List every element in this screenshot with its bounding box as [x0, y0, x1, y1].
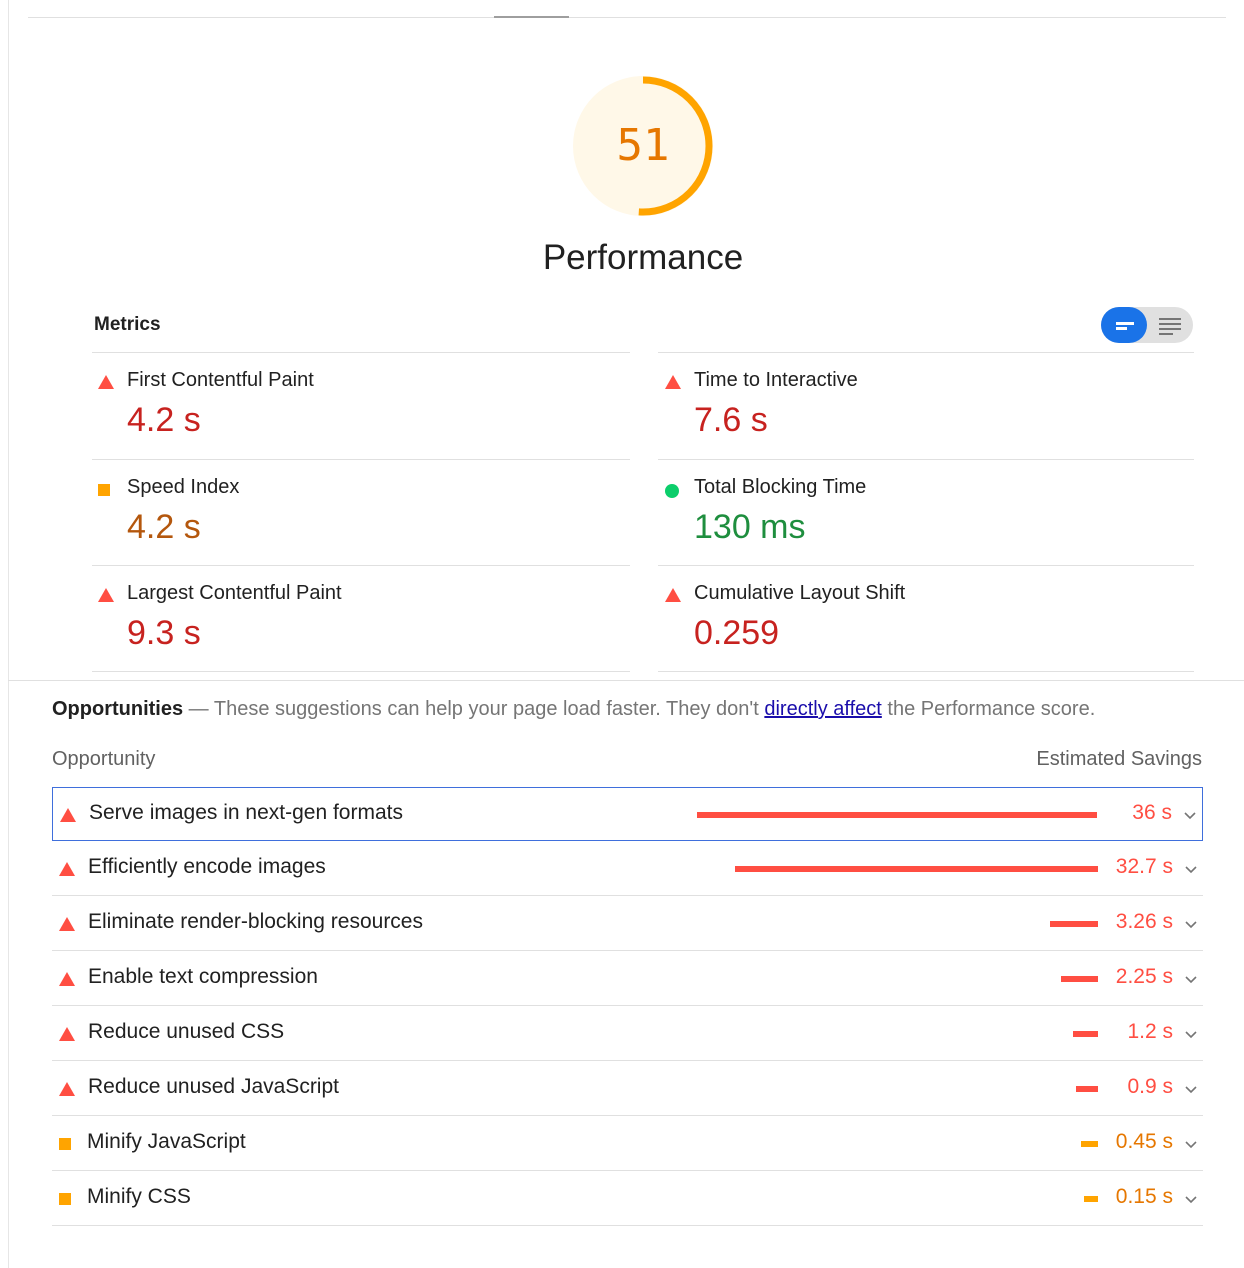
estimated-savings: 32.7 s: [1115, 855, 1173, 878]
metric-card: Total Blocking Time 130 ms: [659, 470, 1179, 570]
metric-card: Cumulative Layout Shift 0.259: [659, 576, 1179, 676]
savings-bar: [697, 812, 1097, 818]
metric-value: 130 ms: [694, 508, 806, 546]
metric-value: 4.2 s: [127, 508, 201, 546]
opportunity-row[interactable]: Minify CSS 0.15 s: [52, 1172, 1203, 1226]
opportunity-label: Minify CSS: [87, 1185, 191, 1208]
metric-label: Largest Contentful Paint: [127, 582, 342, 604]
top-tab-indicator: [494, 16, 569, 18]
savings-bar: [1084, 1196, 1098, 1202]
expanded-view-button[interactable]: [1147, 307, 1193, 343]
directly-affect-link[interactable]: directly affect: [764, 698, 881, 720]
opportunity-row[interactable]: Minify JavaScript 0.45 s: [52, 1117, 1203, 1171]
opportunity-label: Enable text compression: [88, 965, 318, 988]
opportunity-label: Efficiently encode images: [88, 855, 326, 878]
fail-triangle-icon: [98, 375, 114, 389]
estimated-savings: 1.2 s: [1127, 1020, 1173, 1043]
metric-value: 7.6 s: [694, 401, 768, 439]
estimated-savings: 36 s: [1132, 801, 1172, 824]
metric-label: Total Blocking Time: [694, 476, 867, 498]
top-divider: [28, 17, 1226, 18]
average-square-icon: [59, 1138, 71, 1150]
opportunity-row[interactable]: Serve images in next-gen formats 36 s: [52, 787, 1203, 841]
column-header-opportunity: Opportunity: [52, 748, 156, 770]
savings-bar: [1050, 921, 1098, 927]
opportunity-row[interactable]: Enable text compression 2.25 s: [52, 952, 1203, 1006]
savings-bar: [1061, 976, 1098, 982]
opportunity-label: Reduce unused CSS: [88, 1020, 285, 1043]
opportunity-row[interactable]: Reduce unused JavaScript 0.9 s: [52, 1062, 1203, 1116]
column-header-savings: Estimated Savings: [1036, 748, 1202, 770]
frame-border: [8, 0, 9, 1268]
opportunities-header: Opportunities — These suggestions can he…: [52, 698, 1222, 721]
section-divider: [8, 680, 1244, 681]
opportunity-label: Eliminate render-blocking resources: [88, 910, 423, 933]
savings-bar: [735, 866, 1098, 872]
header-dash: —: [183, 698, 214, 720]
estimated-savings: 3.26 s: [1115, 910, 1173, 933]
metric-label: Cumulative Layout Shift: [694, 582, 906, 604]
estimated-savings: 0.45 s: [1115, 1130, 1173, 1153]
opportunity-row[interactable]: Reduce unused CSS 1.2 s: [52, 1007, 1203, 1061]
metrics-view-toggle[interactable]: [1101, 307, 1193, 343]
estimated-savings: 2.25 s: [1115, 965, 1173, 988]
category-title: Performance: [542, 238, 744, 277]
opportunity-label: Minify JavaScript: [87, 1130, 246, 1153]
opportunities-title: Opportunities: [52, 698, 184, 720]
chevron-down-icon[interactable]: [1185, 1029, 1197, 1039]
metric-card: First Contentful Paint 4.2 s: [92, 363, 612, 463]
savings-bar: [1073, 1031, 1098, 1037]
fail-triangle-icon: [98, 588, 114, 602]
opportunity-label: Reduce unused JavaScript: [88, 1075, 339, 1098]
lighthouse-report: 51 Performance Metrics First Contentful …: [0, 0, 1244, 1268]
score-value: 51: [616, 120, 670, 171]
fail-triangle-icon: [665, 375, 681, 389]
fail-triangle-icon: [59, 1082, 75, 1096]
chevron-down-icon[interactable]: [1185, 1084, 1197, 1094]
chevron-down-icon[interactable]: [1185, 1139, 1197, 1149]
chevron-down-icon[interactable]: [1184, 810, 1196, 820]
metrics-heading: Metrics: [94, 314, 161, 335]
metric-value: 0.259: [694, 614, 780, 652]
fail-triangle-icon: [59, 1027, 75, 1041]
fail-triangle-icon: [59, 917, 75, 931]
opportunity-label: Serve images in next-gen formats: [89, 801, 403, 824]
metrics-divider: [92, 352, 630, 353]
opportunities-description-end: the Performance score.: [881, 698, 1096, 720]
opportunity-row[interactable]: Efficiently encode images 32.7 s: [52, 842, 1203, 896]
fail-triangle-icon: [59, 862, 75, 876]
fail-triangle-icon: [665, 588, 681, 602]
estimated-savings: 0.15 s: [1115, 1185, 1173, 1208]
savings-bar: [1081, 1141, 1098, 1147]
estimated-savings: 0.9 s: [1127, 1075, 1173, 1098]
opportunity-row[interactable]: Eliminate render-blocking resources 3.26 …: [52, 897, 1203, 951]
metric-card: Largest Contentful Paint 9.3 s: [92, 576, 612, 676]
metric-value: 4.2 s: [127, 401, 201, 439]
average-square-icon: [59, 1193, 71, 1205]
fail-triangle-icon: [60, 808, 76, 822]
metric-label: Time to Interactive: [694, 369, 858, 391]
metric-label: Speed Index: [127, 476, 240, 498]
average-square-icon: [98, 484, 110, 496]
metric-value: 9.3 s: [127, 614, 201, 652]
metric-card: Time to Interactive 7.6 s: [659, 363, 1179, 463]
chevron-down-icon[interactable]: [1185, 974, 1197, 984]
chevron-down-icon[interactable]: [1185, 864, 1197, 874]
chevron-down-icon[interactable]: [1185, 1194, 1197, 1204]
chevron-down-icon[interactable]: [1185, 919, 1197, 929]
fail-triangle-icon: [59, 972, 75, 986]
metrics-divider: [658, 352, 1194, 353]
pass-circle-icon: [665, 484, 679, 498]
metric-card: Speed Index 4.2 s: [92, 470, 612, 570]
compact-view-button[interactable]: [1101, 307, 1147, 343]
opportunities-description: These suggestions can help your page loa…: [213, 698, 765, 720]
savings-bar: [1076, 1086, 1098, 1092]
score-gauge[interactable]: 51: [570, 73, 716, 219]
metric-label: First Contentful Paint: [127, 369, 314, 391]
